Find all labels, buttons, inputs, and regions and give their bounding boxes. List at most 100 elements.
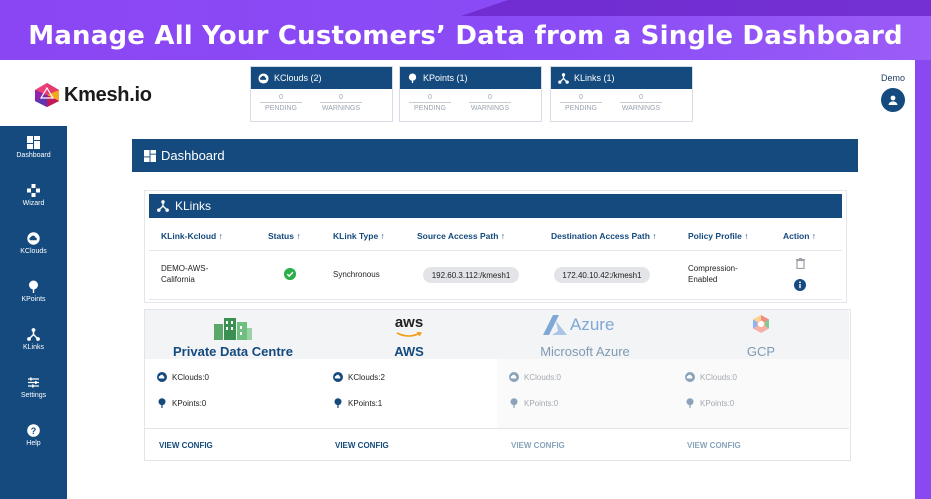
klinks-pending-count: 0 — [560, 94, 602, 103]
kclouds-count: KClouds:0 — [157, 372, 209, 382]
app-window: Kmesh.io KClouds (2) 0 PENDING 0 WARNINGS … — [0, 60, 915, 499]
cloud-icon — [509, 372, 519, 382]
info-icon[interactable] — [794, 279, 806, 291]
right-border — [915, 60, 931, 499]
banner-title: Manage All Your Customers’ Data from a S… — [28, 21, 903, 51]
column-header-status[interactable]: Status ↑ — [268, 231, 301, 241]
cloud-name: AWS — [394, 344, 424, 359]
kpoints-count: KPoints:0 — [685, 398, 734, 408]
user-icon — [888, 95, 898, 105]
column-header-action[interactable]: Action ↑ — [783, 231, 816, 241]
column-header-source-access-path[interactable]: Source Access Path ↑ — [417, 231, 505, 241]
klinks-panel-header: KLinks — [149, 194, 842, 218]
pending-label: PENDING — [565, 105, 597, 112]
sidebar-item-label: KPoints — [21, 296, 46, 303]
column-header-klink-type[interactable]: KLink Type ↑ — [333, 231, 385, 241]
view-config-button[interactable]: VIEW CONFIG — [335, 441, 389, 450]
cloud-icon — [685, 372, 695, 382]
sidebar-item-kclouds[interactable]: KClouds — [0, 232, 67, 255]
view-config-button[interactable]: VIEW CONFIG — [159, 441, 213, 450]
page-title: Dashboard — [161, 148, 225, 163]
sidebar-item-dashboard[interactable]: Dashboard — [0, 136, 67, 159]
building-icon — [214, 318, 252, 340]
pending-label: PENDING — [265, 105, 297, 112]
cloud-icon — [27, 232, 40, 245]
pin-icon — [29, 280, 38, 293]
cloud-card-gcp[interactable]: GCP KClouds:0 KPoints:0 VIEW CONFIG — [673, 310, 849, 460]
sidebar: Dashboard Wizard KClouds KPoints KLinks … — [0, 126, 67, 499]
svg-text:?: ? — [31, 426, 37, 436]
warnings-label: WARNINGS — [621, 105, 661, 112]
delete-icon[interactable] — [796, 258, 805, 269]
policy-line1: Compression- — [688, 264, 738, 273]
view-config-button[interactable]: VIEW CONFIG — [687, 441, 741, 450]
kclouds-count: KClouds:2 — [333, 372, 385, 382]
kpoints-summary[interactable]: KPoints (1) 0 PENDING 0 WARNINGS — [399, 66, 542, 122]
kpoints-warnings-count: 0 — [469, 94, 511, 103]
kclouds-summary[interactable]: KClouds (2) 0 PENDING 0 WARNINGS — [250, 66, 393, 122]
cloud-card-aws[interactable]: aws AWS KClouds:2 KPoints:1 VIEW CONFIG — [321, 310, 497, 460]
wizard-icon — [27, 184, 40, 197]
kpoints-count-text: KPoints:0 — [524, 398, 559, 408]
link-icon — [558, 72, 569, 84]
cloud-icon — [333, 372, 343, 382]
kpoints-count-text: KPoints:0 — [700, 398, 735, 408]
app-logo[interactable]: Kmesh.io — [34, 82, 152, 108]
top-bar: Kmesh.io KClouds (2) 0 PENDING 0 WARNINGS … — [0, 60, 915, 126]
link-icon — [157, 200, 169, 212]
column-header-destination-access-path[interactable]: Destination Access Path ↑ — [551, 231, 657, 241]
kpoints-summary-title: KPoints (1) — [423, 73, 468, 83]
kcloud-name-line2: California — [161, 275, 195, 284]
table-row[interactable]: DEMO-AWS- California Synchronous 192.60.… — [149, 250, 842, 300]
cloud-name: Microsoft Azure — [540, 344, 630, 359]
sidebar-item-wizard[interactable]: Wizard — [0, 184, 67, 207]
sidebar-item-kpoints[interactable]: KPoints — [0, 280, 67, 303]
cloud-card-private[interactable]: Private Data Centre KClouds:0 KPoints:0 … — [145, 310, 321, 460]
kpoints-count: KPoints:1 — [333, 398, 382, 408]
sidebar-item-help[interactable]: ? Help — [0, 424, 67, 447]
pending-label: PENDING — [414, 105, 446, 112]
help-icon: ? — [27, 424, 40, 437]
pin-icon — [408, 72, 417, 83]
klinks-summary-header: KLinks (1) — [551, 67, 692, 89]
sidebar-item-settings[interactable]: Settings — [0, 376, 67, 399]
azure-logo: Azure — [543, 315, 614, 335]
cloud-card-azure[interactable]: Azure Microsoft Azure KClouds:0 KPoints:… — [497, 310, 673, 460]
column-header-klink-kcloud[interactable]: KLink-Kcloud ↑ — [161, 231, 223, 241]
kpoints-count-text: KPoints:1 — [348, 398, 383, 408]
policy-line2: Enabled — [688, 275, 718, 284]
klink-type-cell: Synchronous — [333, 270, 380, 279]
kclouds-warnings-count: 0 — [320, 94, 362, 103]
column-header-policy-profile[interactable]: Policy Profile ↑ — [688, 231, 748, 241]
kcloud-name-line1: DEMO-AWS- — [161, 264, 209, 273]
kpoints-summary-header: KPoints (1) — [400, 67, 541, 89]
kpoints-count: KPoints:0 — [509, 398, 558, 408]
klinks-warnings-count: 0 — [620, 94, 662, 103]
aws-logo: aws — [394, 314, 424, 331]
cloud-icon — [157, 372, 167, 382]
kclouds-count: KClouds:0 — [509, 372, 561, 382]
sidebar-item-label: KLinks — [22, 344, 44, 351]
view-config-button[interactable]: VIEW CONFIG — [511, 441, 565, 450]
dashboard-icon — [144, 149, 156, 162]
pin-icon — [334, 398, 342, 408]
warnings-label: WARNINGS — [470, 105, 510, 112]
pin-icon — [510, 398, 518, 408]
sidebar-item-label: Help — [26, 440, 41, 447]
cloud-name: GCP — [746, 344, 776, 359]
aws-smile-icon — [396, 332, 422, 337]
kpoints-count-text: KPoints:0 — [172, 398, 207, 408]
kclouds-count-text: KClouds:0 — [172, 372, 209, 382]
banner-decoration — [461, 0, 931, 16]
klinks-summary[interactable]: KLinks (1) 0 PENDING 0 WARNINGS — [550, 66, 693, 122]
user-menu[interactable]: Demo — [881, 73, 905, 112]
sidebar-item-klinks[interactable]: KLinks — [0, 328, 67, 351]
kclouds-summary-header: KClouds (2) — [251, 67, 392, 89]
avatar[interactable] — [881, 88, 905, 112]
cloud-providers: Private Data Centre KClouds:0 KPoints:0 … — [144, 309, 851, 461]
cloud-name: Private Data Centre — [173, 344, 293, 359]
cloud-icon — [258, 72, 269, 84]
kmesh-logo-icon — [35, 83, 59, 107]
sidebar-item-label: KClouds — [20, 248, 47, 255]
policy-profile-cell: Compression- Enabled — [688, 263, 738, 285]
